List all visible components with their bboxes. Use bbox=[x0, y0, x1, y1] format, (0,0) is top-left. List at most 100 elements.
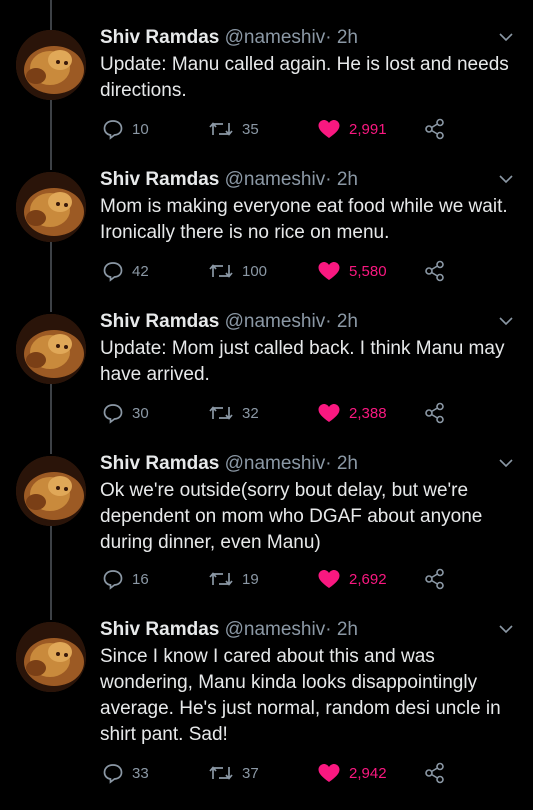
avatar[interactable] bbox=[16, 622, 86, 692]
avatar[interactable] bbox=[16, 456, 86, 526]
author-name[interactable]: Shiv Ramdas bbox=[100, 619, 219, 640]
chevron-down-icon[interactable] bbox=[498, 458, 514, 468]
thread-line bbox=[50, 524, 52, 620]
timestamp[interactable]: 2h bbox=[337, 619, 358, 640]
separator: · bbox=[325, 453, 332, 474]
share-button[interactable] bbox=[424, 762, 454, 784]
tweet-actions: 42 100 5,580 bbox=[100, 260, 500, 284]
separator: · bbox=[325, 311, 332, 332]
tweet-header: Shiv Ramdas @nameshiv· 2h bbox=[100, 310, 358, 334]
chevron-down-icon[interactable] bbox=[498, 32, 514, 42]
retweet-icon bbox=[209, 766, 233, 780]
reply-icon bbox=[103, 570, 123, 590]
reply-button[interactable]: 10 bbox=[102, 118, 149, 140]
heart-icon bbox=[318, 404, 340, 422]
heart-icon bbox=[318, 262, 340, 280]
share-button[interactable] bbox=[424, 118, 454, 140]
reply-icon bbox=[103, 262, 123, 282]
tweet-header: Shiv Ramdas @nameshiv· 2h bbox=[100, 168, 358, 192]
retweet-button[interactable]: 35 bbox=[208, 118, 259, 140]
tweet-text: Update: Mom just called back. I think Ma… bbox=[100, 338, 505, 385]
like-button[interactable]: 2,942 bbox=[317, 762, 387, 784]
like-count: 2,991 bbox=[349, 120, 387, 138]
avatar-image bbox=[16, 314, 86, 384]
retweet-icon bbox=[209, 264, 233, 278]
reply-count: 10 bbox=[132, 120, 149, 138]
tweet-text: Ok we're outside(sorry bout delay, but w… bbox=[100, 480, 483, 553]
chevron-down-icon[interactable] bbox=[498, 174, 514, 184]
tweet-actions: 30 32 2,388 bbox=[100, 402, 500, 426]
like-count: 2,388 bbox=[349, 404, 387, 422]
reply-count: 16 bbox=[132, 570, 149, 588]
retweet-button[interactable]: 37 bbox=[208, 762, 259, 784]
reply-button[interactable]: 30 bbox=[102, 402, 149, 424]
like-button[interactable]: 2,388 bbox=[317, 402, 387, 424]
reply-button[interactable]: 16 bbox=[102, 568, 149, 590]
retweet-button[interactable]: 19 bbox=[208, 568, 259, 590]
reply-button[interactable]: 33 bbox=[102, 762, 149, 784]
author-name[interactable]: Shiv Ramdas bbox=[100, 27, 219, 48]
retweet-count: 19 bbox=[242, 570, 259, 588]
retweet-count: 100 bbox=[242, 262, 268, 280]
share-icon bbox=[425, 402, 444, 424]
avatar-image bbox=[16, 30, 86, 100]
thread-line bbox=[50, 0, 52, 30]
reply-icon bbox=[103, 764, 123, 784]
share-icon bbox=[425, 118, 444, 140]
avatar-image bbox=[16, 622, 86, 692]
share-icon bbox=[425, 260, 444, 282]
reply-icon bbox=[103, 120, 123, 140]
tweet-text: Mom is making everyone eat food while we… bbox=[100, 196, 508, 243]
tweet-header: Shiv Ramdas @nameshiv· 2h bbox=[100, 26, 358, 50]
retweet-button[interactable]: 32 bbox=[208, 402, 259, 424]
reply-button[interactable]: 42 bbox=[102, 260, 149, 282]
avatar[interactable] bbox=[16, 172, 86, 242]
avatar-image bbox=[16, 456, 86, 526]
like-button[interactable]: 2,692 bbox=[317, 568, 387, 590]
timestamp[interactable]: 2h bbox=[337, 169, 358, 190]
author-name[interactable]: Shiv Ramdas bbox=[100, 169, 219, 190]
author-handle[interactable]: @nameshiv bbox=[225, 619, 326, 640]
thread-line bbox=[50, 240, 52, 312]
author-name[interactable]: Shiv Ramdas bbox=[100, 311, 219, 332]
heart-icon bbox=[318, 570, 340, 588]
retweet-icon bbox=[209, 572, 233, 586]
separator: · bbox=[325, 27, 332, 48]
reply-icon bbox=[103, 404, 123, 424]
author-name[interactable]: Shiv Ramdas bbox=[100, 453, 219, 474]
share-button[interactable] bbox=[424, 402, 454, 424]
share-icon bbox=[425, 568, 444, 590]
heart-icon bbox=[318, 120, 340, 138]
like-count: 2,942 bbox=[349, 764, 387, 782]
share-button[interactable] bbox=[424, 260, 454, 282]
heart-icon bbox=[318, 764, 340, 782]
retweet-button[interactable]: 100 bbox=[208, 260, 267, 282]
timestamp[interactable]: 2h bbox=[337, 311, 358, 332]
thread-line bbox=[50, 382, 52, 454]
tweet-actions: 10 35 2,991 bbox=[100, 118, 500, 142]
like-count: 2,692 bbox=[349, 570, 387, 588]
tweet-text: Since I know I cared about this and was … bbox=[100, 646, 501, 745]
reply-count: 30 bbox=[132, 404, 149, 422]
like-button[interactable]: 5,580 bbox=[317, 260, 387, 282]
chevron-down-icon[interactable] bbox=[498, 624, 514, 634]
author-handle[interactable]: @nameshiv bbox=[225, 169, 326, 190]
like-button[interactable]: 2,991 bbox=[317, 118, 387, 140]
timestamp[interactable]: 2h bbox=[337, 453, 358, 474]
avatar[interactable] bbox=[16, 314, 86, 384]
author-handle[interactable]: @nameshiv bbox=[225, 453, 326, 474]
chevron-down-icon[interactable] bbox=[498, 316, 514, 326]
avatar[interactable] bbox=[16, 30, 86, 100]
retweet-count: 35 bbox=[242, 120, 259, 138]
separator: · bbox=[325, 619, 332, 640]
author-handle[interactable]: @nameshiv bbox=[225, 27, 326, 48]
tweet-text: Update: Manu called again. He is lost an… bbox=[100, 54, 509, 101]
thread-line bbox=[50, 100, 52, 170]
retweet-count: 32 bbox=[242, 404, 259, 422]
share-button[interactable] bbox=[424, 568, 454, 590]
tweet-actions: 33 37 2,942 bbox=[100, 762, 500, 786]
tweet-header: Shiv Ramdas @nameshiv· 2h bbox=[100, 618, 358, 642]
timestamp[interactable]: 2h bbox=[337, 27, 358, 48]
author-handle[interactable]: @nameshiv bbox=[225, 311, 326, 332]
avatar-image bbox=[16, 172, 86, 242]
